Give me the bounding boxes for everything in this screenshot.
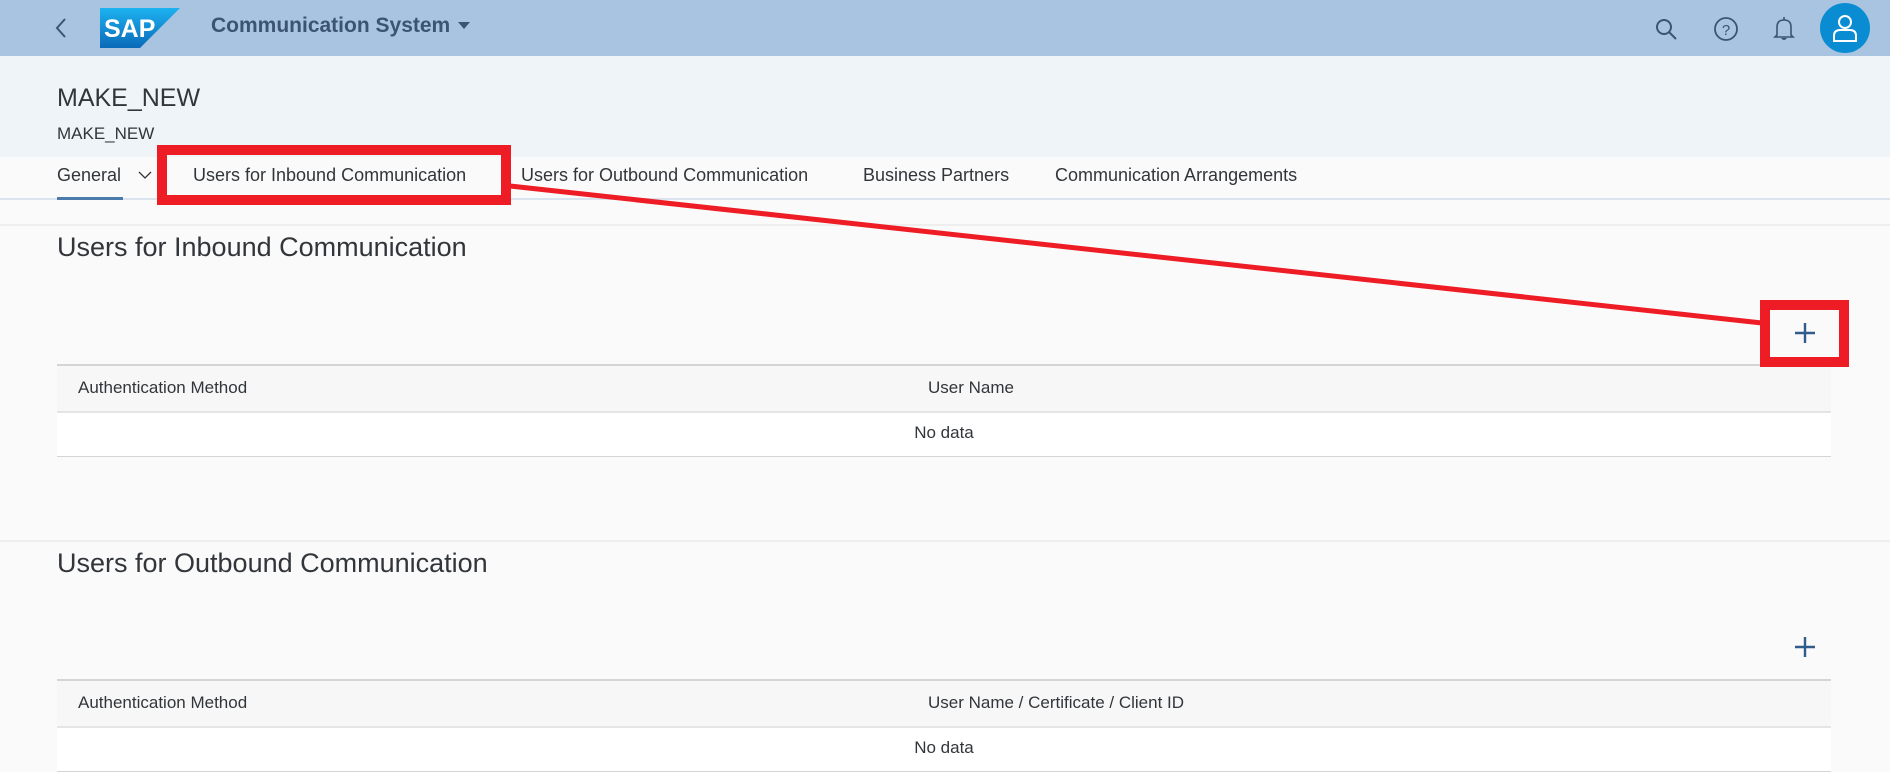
outbound-users-table: Authentication Method User Name / Certif…	[57, 679, 1831, 772]
sap-logo[interactable]: SAP	[100, 8, 180, 48]
tab-communication-arrangements[interactable]: Communication Arrangements	[1055, 165, 1297, 186]
svg-text:?: ?	[1722, 22, 1730, 39]
table-header-row: Authentication Method User Name / Certif…	[57, 679, 1831, 728]
plus-icon	[1795, 637, 1815, 657]
section-divider	[0, 540, 1890, 542]
caret-down-icon	[458, 22, 471, 29]
inbound-section-title: Users for Inbound Communication	[57, 232, 467, 262]
no-data-text: No data	[914, 423, 974, 442]
back-button[interactable]	[46, 12, 76, 44]
section-divider	[0, 224, 1890, 226]
help-icon: ?	[1714, 17, 1738, 41]
column-user-name-certificate-client-id[interactable]: User Name / Certificate / Client ID	[928, 693, 1184, 713]
search-icon	[1656, 19, 1677, 40]
inbound-users-table: Authentication Method User Name No data	[57, 364, 1831, 457]
column-authentication-method[interactable]: Authentication Method	[78, 378, 247, 398]
no-data-text: No data	[914, 738, 974, 757]
chevron-down-icon[interactable]	[138, 171, 152, 180]
object-header: MAKE_NEW MAKE_NEW	[0, 56, 1890, 157]
outbound-add-button[interactable]	[1785, 627, 1825, 667]
search-button[interactable]	[1649, 12, 1683, 46]
column-user-name[interactable]: User Name	[928, 378, 1014, 398]
notifications-button[interactable]	[1767, 12, 1801, 46]
app-title: Communication System	[211, 14, 451, 37]
help-button[interactable]: ?	[1709, 12, 1743, 46]
tab-general[interactable]: General	[57, 165, 121, 186]
user-avatar[interactable]	[1820, 3, 1870, 53]
shell-bar: SAP Communication System ?	[0, 0, 1890, 56]
tab-users-outbound[interactable]: Users for Outbound Communication	[521, 165, 808, 186]
tab-users-inbound[interactable]: Users for Inbound Communication	[193, 165, 466, 186]
back-icon	[55, 18, 66, 38]
plus-icon	[1795, 323, 1815, 343]
table-header-row: Authentication Method User Name	[57, 364, 1831, 413]
app-title-menu[interactable]: Communication System	[211, 14, 471, 38]
selected-tab-indicator	[57, 197, 123, 200]
inbound-add-button[interactable]	[1785, 313, 1825, 353]
outbound-section-title: Users for Outbound Communication	[57, 548, 488, 578]
logo-text: SAP	[104, 15, 155, 43]
table-row-empty: No data	[57, 413, 1831, 457]
notifications-icon	[1773, 17, 1795, 40]
user-avatar-icon	[1833, 15, 1857, 42]
anchor-bar: General Users for Inbound Communication …	[0, 157, 1890, 200]
object-subtitle: MAKE_NEW	[57, 124, 155, 143]
table-row-empty: No data	[57, 728, 1831, 772]
tab-business-partners[interactable]: Business Partners	[863, 165, 1009, 186]
column-authentication-method[interactable]: Authentication Method	[78, 693, 247, 713]
object-title: MAKE_NEW	[57, 84, 201, 112]
